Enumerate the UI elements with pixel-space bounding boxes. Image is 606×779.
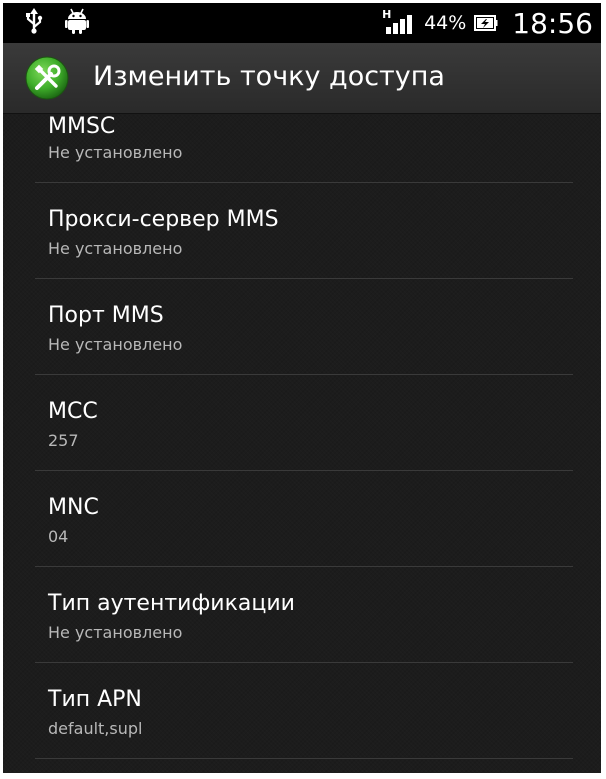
setting-summary: default,supl <box>48 719 143 738</box>
setting-title: Тип APN <box>48 687 142 712</box>
setting-title: Прокси-сервер MMS <box>48 207 279 232</box>
setting-title: Тип аутентификации <box>48 591 295 616</box>
setting-title: MNC <box>48 495 99 520</box>
usb-icon <box>25 8 43 38</box>
setting-item-auth-type[interactable]: Тип аутентификации Не установлено <box>3 567 601 663</box>
setting-summary: Не установлено <box>48 623 183 642</box>
setting-summary: Не установлено <box>48 143 183 162</box>
battery-charging-icon <box>474 14 498 32</box>
clock: 18:56 <box>512 6 593 40</box>
setting-title: MCC <box>48 399 98 424</box>
setting-title: Порт MMS <box>48 303 164 328</box>
setting-title: MMSC <box>48 114 116 139</box>
settings-tools-icon[interactable] <box>25 56 69 100</box>
page-title: Изменить точку доступа <box>93 61 445 92</box>
divider <box>35 758 573 759</box>
setting-item-mms-port[interactable]: Порт MMS Не установлено <box>3 279 601 375</box>
phone-screen: H 44% 18:56 Изменить точку доступа MMSC … <box>3 3 601 773</box>
setting-summary: Не установлено <box>48 335 183 354</box>
setting-summary: 257 <box>48 431 79 450</box>
android-debug-icon <box>65 8 89 38</box>
setting-item-mcc[interactable]: MCC 257 <box>3 375 601 471</box>
action-bar: Изменить точку доступа <box>3 43 601 114</box>
battery-percent: 44% <box>424 12 467 34</box>
setting-summary: 04 <box>48 527 69 546</box>
status-bar: H 44% 18:56 <box>3 3 601 43</box>
setting-item-apn-type[interactable]: Тип APN default,supl <box>3 663 601 759</box>
setting-summary: Не установлено <box>48 239 183 258</box>
setting-item-mnc[interactable]: MNC 04 <box>3 471 601 567</box>
signal-icon: H <box>382 8 416 36</box>
settings-list: MMSC Не установлено Прокси-сервер MMS Не… <box>3 114 601 759</box>
setting-item-mmsc[interactable]: MMSC Не установлено <box>3 114 601 183</box>
setting-item-mms-proxy[interactable]: Прокси-сервер MMS Не установлено <box>3 183 601 279</box>
